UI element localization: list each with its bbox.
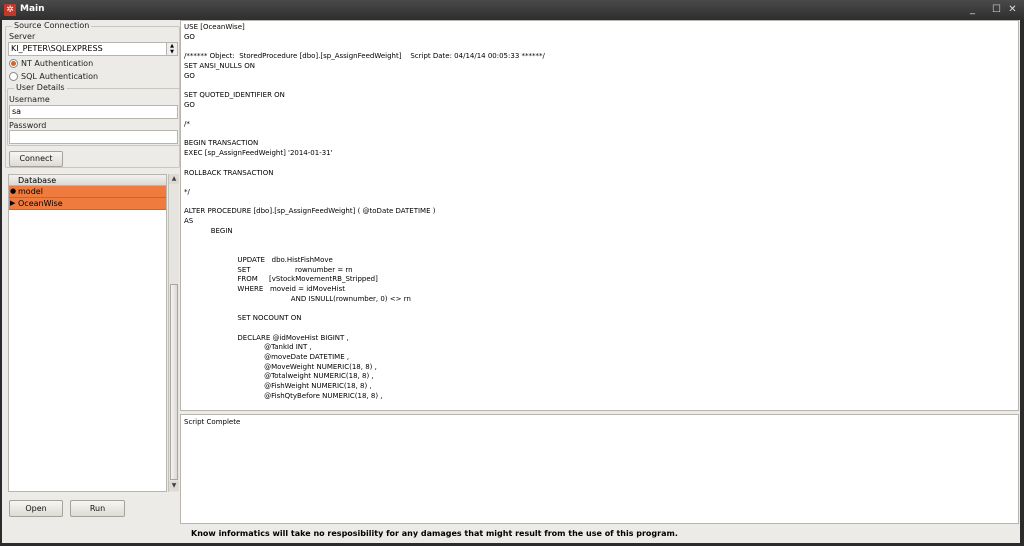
database-list: ● model ▶ OceanWise — [8, 186, 167, 492]
script-editor[interactable]: USE [OceanWise] GO /****** Object: Store… — [180, 20, 1019, 411]
server-input[interactable]: KI_PETER\SQLEXPRESS ▲ ▼ — [8, 42, 178, 56]
nt-auth-radio[interactable] — [9, 59, 18, 68]
source-connection-legend: Source Connection — [12, 21, 92, 30]
script-text: USE [OceanWise] GO /****** Object: Store… — [184, 23, 545, 400]
password-label: Password — [9, 121, 47, 130]
nt-auth-label: NT Authentication — [21, 59, 94, 68]
scroll-thumb[interactable] — [170, 284, 178, 480]
main-window: Source Connection Server KI_PETER\SQLEXP… — [2, 20, 1020, 543]
database-item-model[interactable]: ● model — [9, 186, 166, 198]
open-button[interactable]: Open — [9, 500, 63, 517]
close-button[interactable]: ✕ — [1006, 3, 1019, 16]
maximize-button[interactable]: ☐ — [990, 3, 1003, 16]
current-row-marker-icon: ● — [10, 187, 17, 195]
username-input[interactable]: sa — [9, 105, 178, 119]
sql-auth-radio[interactable] — [9, 72, 18, 81]
app-logo-icon: ✲ — [4, 4, 16, 16]
output-text: Script Complete — [184, 418, 241, 426]
window-title: Main — [20, 4, 45, 14]
run-button[interactable]: Run — [70, 500, 125, 517]
sql-auth-label: SQL Authentication — [21, 72, 99, 81]
disclaimer-text: Know informatics will take no resposibil… — [191, 529, 678, 538]
database-scrollbar[interactable]: ▲ ▼ — [168, 174, 179, 492]
title-bar: ✲ Main _ ☐ ✕ — [0, 0, 1024, 20]
connect-button[interactable]: Connect — [9, 151, 63, 167]
user-details-legend: User Details — [14, 83, 67, 92]
server-label: Server — [9, 32, 36, 41]
database-column-header[interactable]: Database — [8, 174, 167, 186]
database-item-label: model — [18, 187, 43, 196]
database-item-label: OceanWise — [18, 199, 63, 208]
database-item-oceanwise[interactable]: ▶ OceanWise — [9, 198, 166, 210]
password-input[interactable] — [9, 130, 178, 144]
username-label: Username — [9, 95, 50, 104]
minimize-button[interactable]: _ — [966, 3, 979, 16]
scroll-up-arrow-icon[interactable]: ▲ — [169, 174, 179, 184]
server-value: KI_PETER\SQLEXPRESS — [11, 44, 103, 53]
left-panel: Source Connection Server KI_PETER\SQLEXP… — [4, 20, 180, 543]
server-spinner[interactable]: ▲ ▼ — [166, 43, 177, 55]
expand-arrow-icon[interactable]: ▶ — [10, 198, 15, 209]
scroll-down-arrow-icon[interactable]: ▼ — [169, 481, 179, 491]
output-panel: Script Complete — [180, 414, 1019, 524]
status-bar: Know informatics will take no resposibil… — [2, 525, 1020, 543]
